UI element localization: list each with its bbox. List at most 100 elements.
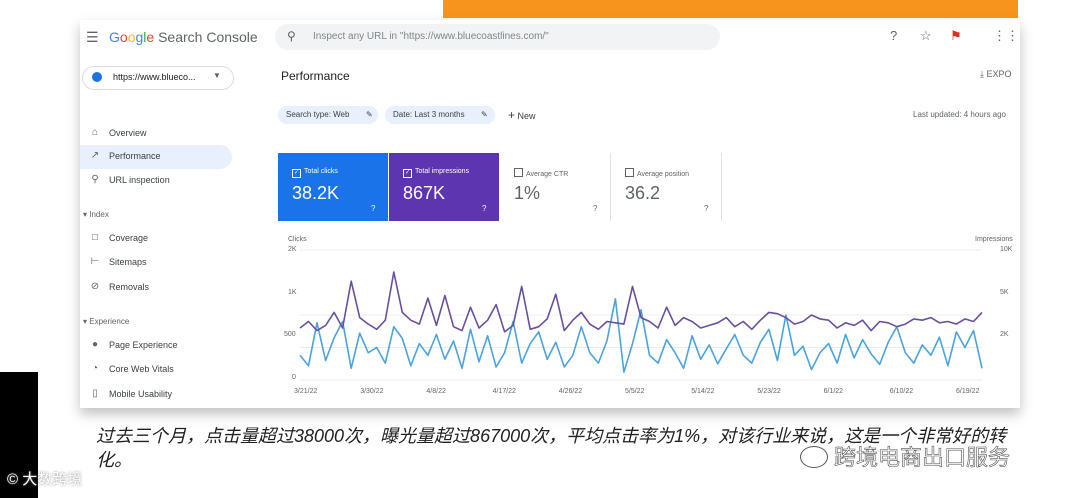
card-average-ctr[interactable]: Average CTR 1% ? xyxy=(500,153,611,221)
section-experience-label: Experience xyxy=(89,317,130,326)
watermark-right: 跨境电商出口服务 xyxy=(800,440,1010,472)
card-label: ✓ Total impressions xyxy=(403,168,470,178)
nav-label: Coverage xyxy=(109,233,149,243)
card-total-impressions[interactable]: ✓ Total impressions 867K ? xyxy=(389,153,499,221)
section-index[interactable]: ▾ Index xyxy=(83,210,109,219)
notifications-icon[interactable]: ⚑ xyxy=(950,28,962,44)
card-value: 867K xyxy=(403,183,446,203)
page-title: Performance xyxy=(281,69,350,83)
card-value: 38.2K xyxy=(292,183,340,203)
x-tick-label: 6/10/22 xyxy=(889,388,914,395)
chevron-down-icon: ▼ xyxy=(213,71,221,80)
x-tick-label: 6/19/22 xyxy=(956,388,980,395)
plus-icon: + xyxy=(508,108,516,122)
main-content: Performance ⤓ EXPO Search type: Web ✎ Da… xyxy=(270,52,1020,408)
help-icon[interactable]: ? xyxy=(482,204,486,213)
chart-plot xyxy=(299,249,983,381)
nav-label: Page Experience xyxy=(109,340,178,350)
search-console-window: ☰ Google Search Console ⚲ Inspect any UR… xyxy=(80,20,1020,408)
x-tick-label: 3/30/22 xyxy=(360,388,384,395)
wechat-icon xyxy=(800,446,828,468)
help-icon[interactable]: ? xyxy=(704,204,708,213)
download-icon: ⤓ xyxy=(980,69,984,79)
last-updated: Last updated: 4 hours ago xyxy=(913,110,1006,119)
property-label: https://www.blueco... xyxy=(113,72,196,82)
checkbox-icon xyxy=(514,168,523,177)
gauge-icon: ◔ xyxy=(91,363,99,374)
app-logo[interactable]: Google Search Console xyxy=(109,29,258,45)
eye-off-icon: ⊘ xyxy=(90,281,100,292)
performance-chart: Clicks Impressions 2K 1K 500 0 10K 5K 2K… xyxy=(270,230,1020,408)
filter-search-type[interactable]: Search type: Web ✎ xyxy=(278,106,378,124)
nav-removals[interactable]: ⊘ Removals xyxy=(80,276,232,300)
x-tick-label: 4/8/22 xyxy=(426,388,446,395)
x-tick-label: 4/17/22 xyxy=(492,388,516,395)
card-label: ✓ Total clicks xyxy=(292,168,338,178)
home-icon: ⌂ xyxy=(91,127,99,138)
export-label: EXPO xyxy=(986,69,1012,79)
checkbox-icon xyxy=(625,168,634,177)
x-tick-label: 4/26/22 xyxy=(558,388,583,395)
card-average-position[interactable]: Average position 36.2 ? xyxy=(611,153,722,221)
nav-page-experience[interactable]: ● Page Experience xyxy=(80,334,232,358)
nav-label: Mobile Usability xyxy=(109,389,173,399)
trending-up-icon: ↗ xyxy=(90,150,100,161)
help-icon[interactable]: ? xyxy=(371,204,375,213)
help-icon[interactable]: ? xyxy=(593,204,597,213)
help-icon[interactable]: ? xyxy=(890,28,897,43)
export-button[interactable]: ⤓ EXPO xyxy=(980,69,1012,80)
edit-icon: ✎ xyxy=(481,110,488,119)
filter-label: Date: Last 3 months xyxy=(393,110,465,119)
nav-label: Overview xyxy=(109,128,147,138)
account-settings-icon[interactable]: ☆ xyxy=(920,28,932,44)
nav-label: Performance xyxy=(109,151,161,161)
checkbox-checked-icon: ✓ xyxy=(292,169,301,178)
x-tick-label: 5/5/22 xyxy=(625,388,645,395)
search-input[interactable]: ⚲ Inspect any URL in "https://www.blueco… xyxy=(275,24,720,50)
card-label: Average CTR xyxy=(514,168,568,178)
card-value: 36.2 xyxy=(625,183,661,203)
nav-sitemaps[interactable]: ⊢ Sitemaps xyxy=(80,251,232,275)
watermark-left: © 大数跨境 xyxy=(7,471,83,488)
new-filter-button[interactable]: + New xyxy=(508,108,536,122)
x-tick-label: 6/1/22 xyxy=(823,388,844,395)
nav-coverage[interactable]: □ Coverage xyxy=(80,227,232,251)
nav-core-web-vitals[interactable]: ◔ Core Web Vitals xyxy=(80,358,232,382)
section-index-label: Index xyxy=(89,210,109,219)
page-experience-icon: ● xyxy=(91,339,99,350)
sitemap-icon: ⊢ xyxy=(90,256,100,267)
search-placeholder: Inspect any URL in "https://www.bluecoas… xyxy=(313,31,549,42)
nav-performance[interactable]: ↗ Performance xyxy=(80,145,232,169)
edit-icon: ✎ xyxy=(366,110,373,119)
nav-url-inspection[interactable]: ⚲ URL inspection xyxy=(80,169,232,193)
section-experience[interactable]: ▾ Experience xyxy=(83,317,129,326)
nav-overview[interactable]: ⌂ Overview xyxy=(80,122,232,146)
property-selector[interactable]: https://www.blueco... ▼ xyxy=(82,66,234,90)
card-total-clicks[interactable]: ✓ Total clicks 38.2K ? xyxy=(278,153,388,221)
new-label: New xyxy=(517,111,536,121)
nav-label: URL inspection xyxy=(109,175,170,185)
nav-mobile-usability[interactable]: ▯ Mobile Usability xyxy=(80,383,232,407)
checkbox-checked-icon: ✓ xyxy=(403,169,412,178)
phone-icon: ▯ xyxy=(92,388,98,399)
search-icon: ⚲ xyxy=(91,174,99,185)
filter-date[interactable]: Date: Last 3 months ✎ xyxy=(385,106,495,124)
card-value: 1% xyxy=(514,183,541,203)
sidebar: https://www.blueco... ▼ ⌂ Overview ↗ Per… xyxy=(80,52,270,408)
x-tick-label: 3/21/22 xyxy=(294,388,318,395)
nav-label: Removals xyxy=(109,282,150,292)
apps-grid-icon[interactable]: ⋮⋮ xyxy=(993,28,1019,44)
filter-label: Search type: Web xyxy=(286,110,350,119)
coverage-icon: □ xyxy=(91,232,99,243)
search-icon: ⚲ xyxy=(287,29,296,43)
menu-icon[interactable]: ☰ xyxy=(86,29,99,46)
series-line-impressions xyxy=(299,271,983,333)
top-bar: ☰ Google Search Console ⚲ Inspect any UR… xyxy=(80,20,1020,52)
nav-label: Sitemaps xyxy=(109,257,147,267)
nav-label: Core Web Vitals xyxy=(109,364,174,374)
card-label: Average position xyxy=(625,168,689,178)
x-tick-label: 5/23/22 xyxy=(757,388,781,395)
orange-banner xyxy=(443,0,1018,18)
property-icon xyxy=(92,72,102,82)
x-tick-label: 5/14/22 xyxy=(691,388,715,395)
